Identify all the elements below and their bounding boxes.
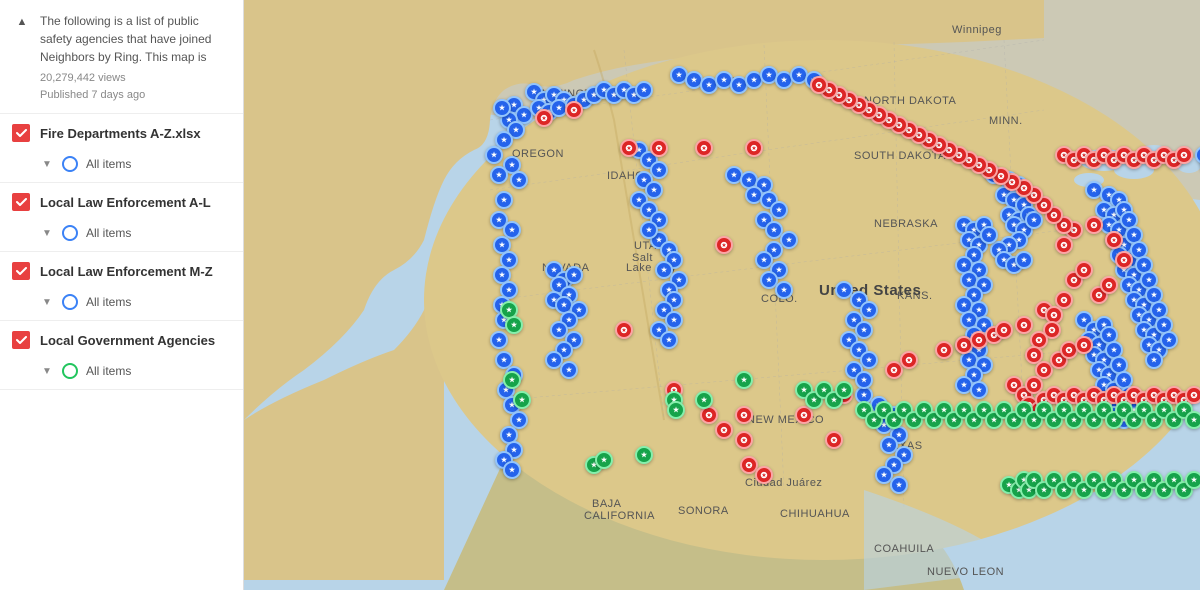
law-al-checkbox[interactable] — [12, 193, 30, 211]
gov-expand-chevron: ▼ — [40, 366, 54, 377]
gov-dot-icon — [62, 363, 78, 379]
gov-layer-name: Local Government Agencies — [40, 333, 231, 348]
law-al-items-row[interactable]: ▼ All items — [0, 221, 243, 251]
layer-group-gov: Local Government Agencies ▼ All items — [0, 321, 243, 390]
fire-expand-chevron: ▼ — [40, 159, 54, 170]
law-mz-layer-name: Local Law Enforcement M-Z — [40, 264, 231, 279]
gov-checkbox[interactable] — [12, 331, 30, 349]
layer-row-law-mz: Local Law Enforcement M-Z — [0, 252, 243, 290]
law-al-items-label: All items — [86, 226, 131, 240]
gov-items-row[interactable]: ▼ All items — [0, 359, 243, 389]
sidebar-header: ▲ The following is a list of public safe… — [0, 0, 243, 114]
fire-layer-name: Fire Departments A-Z.xlsx — [40, 126, 231, 141]
layer-group-law-al: Local Law Enforcement A-L ▼ All items — [0, 183, 243, 252]
layer-row-gov: Local Government Agencies — [0, 321, 243, 359]
law-al-dot-icon — [62, 225, 78, 241]
published-date: Published 7 days ago — [40, 87, 227, 104]
fire-items-row[interactable]: ▼ All items — [0, 152, 243, 182]
sidebar: ▲ The following is a list of public safe… — [0, 0, 244, 590]
collapse-chevron[interactable]: ▲ — [14, 14, 30, 30]
law-mz-checkbox[interactable] — [12, 262, 30, 280]
view-count: 20,279,442 views — [40, 70, 227, 87]
sidebar-description: The following is a list of public safety… — [40, 12, 227, 66]
law-al-layer-name: Local Law Enforcement A-L — [40, 195, 231, 210]
fire-items-label: All items — [86, 157, 131, 171]
law-mz-expand-chevron: ▼ — [40, 297, 54, 308]
law-mz-dot-icon — [62, 294, 78, 310]
layer-row-law-al: Local Law Enforcement A-L — [0, 183, 243, 221]
layer-group-law-mz: Local Law Enforcement M-Z ▼ All items — [0, 252, 243, 321]
law-mz-items-row[interactable]: ▼ All items — [0, 290, 243, 320]
law-mz-items-label: All items — [86, 295, 131, 309]
gov-items-label: All items — [86, 364, 131, 378]
map-area[interactable]: WASHINGTON MONTANA NORTH DAKOTA MINN. ID… — [244, 0, 1200, 590]
layer-group-fire: Fire Departments A-Z.xlsx ▼ All items — [0, 114, 243, 183]
layer-row-fire: Fire Departments A-Z.xlsx — [0, 114, 243, 152]
fire-dot-icon — [62, 156, 78, 172]
law-al-expand-chevron: ▼ — [40, 228, 54, 239]
fire-checkbox[interactable] — [12, 124, 30, 142]
